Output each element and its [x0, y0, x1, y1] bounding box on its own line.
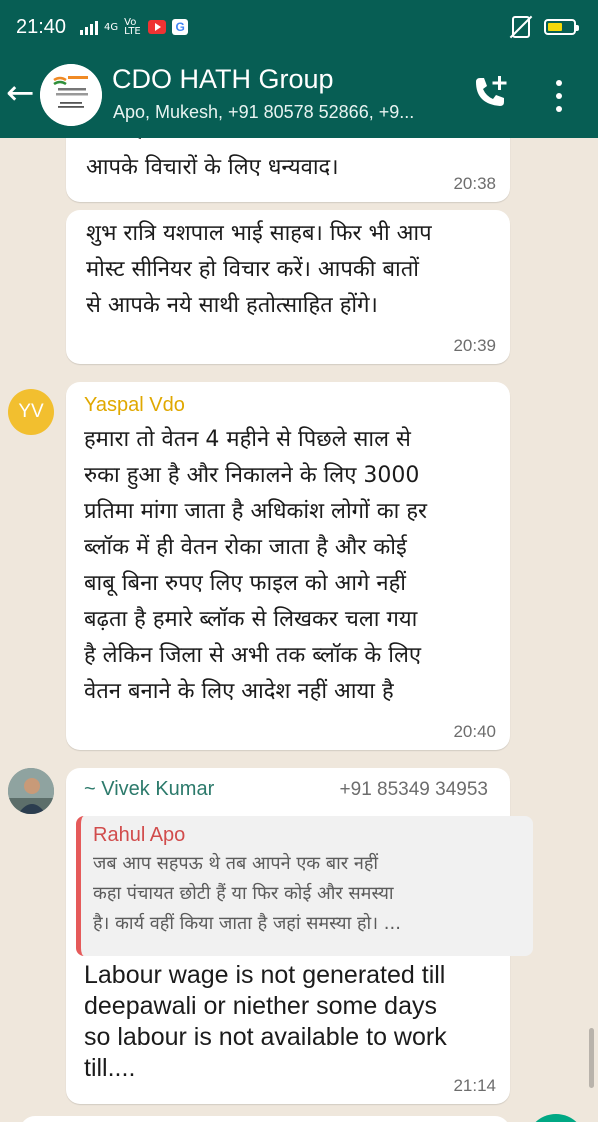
chat-title[interactable]: CDO HATH Group [112, 64, 334, 95]
volte-label: Vo LTE [124, 17, 141, 37]
message-input-bar[interactable] [20, 1116, 510, 1122]
message-bubble[interactable]: ~ Vivek Kumar +91 85349 34953 Rahul Apo … [66, 768, 533, 1104]
status-right-icons [512, 16, 579, 38]
quoted-line: कहा पंचायत छोटी हैं या फिर कोई और समस्या [93, 883, 394, 904]
message-sender[interactable]: ~ Vivek Kumar [84, 778, 214, 801]
quoted-line: है। कार्य वहीं किया जाता है जहां समस्या … [93, 913, 401, 934]
more-options-icon[interactable] [544, 76, 574, 116]
message-line: है लेकिन जिला से अभी तक ब्लॉक के लिए [84, 643, 422, 668]
message-line: ब्लॉक में ही वेतन रोका जाता है और कोई [84, 535, 407, 560]
message-text: आपके विचारों के लिए धन्यवाद। [86, 155, 339, 180]
profile-photo-icon [8, 768, 54, 814]
message-line: शुभ रात्रि यशपाल भाई साहब। फिर भी आप [86, 221, 432, 246]
add-call-icon[interactable] [468, 72, 512, 116]
message-time: 20:40 [453, 722, 496, 741]
message-line: रुका हुआ है और निकालने के लिए 3000 [84, 463, 420, 488]
status-bar: 21:40 4G Vo LTE G [0, 0, 598, 54]
message-line: deepawali or niether some days [84, 992, 437, 1020]
message-line: till.... [84, 1054, 136, 1082]
youtube-notification-icon [148, 20, 167, 34]
message-line: हमारा तो वेतन 4 महीने से पिछले साल से [84, 427, 411, 452]
status-icons: 4G Vo LTE G [80, 17, 189, 37]
group-avatar[interactable] [40, 64, 102, 126]
google-notification-icon: G [172, 19, 189, 35]
battery-icon [544, 19, 579, 35]
sender-avatar[interactable] [8, 768, 54, 814]
message-time: 20:38 [453, 174, 496, 193]
chat-header: ← CDO HATH Group Apo, Mukesh, +91 80578 … [0, 54, 598, 138]
network-type-label: 4G [104, 21, 119, 33]
vibrate-off-icon [512, 16, 530, 38]
message-sender[interactable]: Yaspal Vdo [84, 394, 185, 417]
message-line: मोस्ट सीनियर हो विचार करें। आपकी बातों [86, 257, 419, 282]
status-time: 21:40 [16, 16, 67, 38]
sender-phone: +91 85349 34953 [339, 779, 488, 800]
quoted-message[interactable]: Rahul Apo जब आप सहपऊ थे तब आपने एक बार न… [76, 816, 533, 956]
message-text-partial: जाना होता। [86, 138, 177, 148]
signal-icon [80, 19, 98, 35]
message-line: Labour wage is not generated till [84, 961, 446, 989]
quoted-line: जब आप सहपऊ थे तब आपने एक बार नहीं [93, 853, 379, 874]
back-arrow-icon[interactable]: ← [6, 76, 35, 110]
message-line: से आपके नये साथी हतोत्साहित होंगे। [86, 293, 378, 318]
sender-avatar[interactable]: YV [8, 389, 54, 435]
send-button[interactable] [526, 1114, 586, 1122]
message-time: 20:39 [453, 336, 496, 355]
message-line: प्रतिमा मांगा जाता है अधिकांश लोगों का ह… [84, 499, 428, 524]
message-time: 21:14 [453, 1076, 496, 1095]
chat-area[interactable]: जाना होता। आपके विचारों के लिए धन्यवाद। … [0, 138, 598, 1122]
scrollbar[interactable] [589, 1028, 594, 1088]
message-line: बढ़ता है हमारे ब्लॉक से लिखकर चला गया [84, 607, 418, 632]
message-line: so labour is not available to work [84, 1023, 447, 1051]
group-logo-icon [40, 64, 102, 126]
message-bubble[interactable]: जाना होता। आपके विचारों के लिए धन्यवाद। … [66, 138, 510, 202]
message-bubble[interactable]: Yaspal Vdo हमारा तो वेतन 4 महीने से पिछल… [66, 382, 510, 750]
quoted-sender: Rahul Apo [93, 824, 186, 846]
message-bubble[interactable]: शुभ रात्रि यशपाल भाई साहब। फिर भी आप मोस… [66, 210, 510, 364]
chat-subtitle[interactable]: Apo, Mukesh, +91 80578 52866, +9... [113, 102, 414, 123]
message-line: वेतन बनाने के लिए आदेश नहीं आया है [84, 679, 394, 704]
battery-fill [548, 23, 563, 31]
message-line: बाबू बिना रुपए लिए फाइल को आगे नहीं [84, 571, 406, 596]
